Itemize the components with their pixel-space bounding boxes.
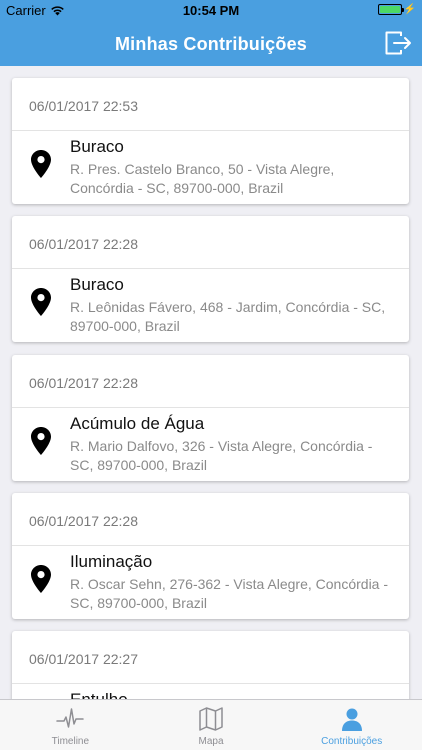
- contribution-date: 06/01/2017 22:27: [29, 651, 138, 667]
- contributions-list[interactable]: 06/01/2017 22:53 Buraco R. Pres. Castelo…: [0, 66, 422, 699]
- contribution-date: 06/01/2017 22:28: [29, 375, 138, 391]
- contribution-title: Entulho: [70, 690, 128, 699]
- charging-icon: ⚡: [403, 4, 416, 15]
- contribution-card[interactable]: 06/01/2017 22:28 Buraco R. Leônidas Fáve…: [12, 216, 409, 342]
- tab-mapa[interactable]: Mapa: [141, 700, 282, 750]
- contribution-address: R. Leônidas Fávero, 468 - Jardim, Concór…: [70, 299, 386, 334]
- location-pin-icon: [31, 427, 51, 455]
- user-icon: [341, 708, 362, 731]
- status-time: 10:54 PM: [182, 3, 240, 18]
- location-pin-icon: [31, 288, 51, 316]
- tab-contribuicoes[interactable]: Contribuições: [281, 700, 422, 750]
- location-pin-icon: [31, 565, 51, 593]
- tab-label: Mapa: [198, 736, 224, 747]
- contribution-date: 06/01/2017 22:28: [29, 236, 138, 252]
- card-divider: [12, 130, 409, 131]
- contribution-card[interactable]: 06/01/2017 22:53 Buraco R. Pres. Castelo…: [12, 78, 409, 204]
- contribution-title: Buraco: [70, 137, 124, 156]
- card-divider: [12, 683, 409, 684]
- pulse-icon: [56, 708, 85, 728]
- card-divider: [12, 268, 409, 269]
- contribution-address: R. Pres. Castelo Branco, 50 - Vista Aleg…: [70, 161, 335, 196]
- tab-timeline[interactable]: Timeline: [0, 700, 141, 750]
- contribution-date: 06/01/2017 22:28: [29, 513, 138, 529]
- card-divider: [12, 545, 409, 546]
- contribution-card[interactable]: 06/01/2017 22:27 Entulho: [12, 631, 409, 699]
- contribution-card[interactable]: 06/01/2017 22:28 Acúmulo de Água R. Mari…: [12, 355, 409, 481]
- tab-bar: Timeline Mapa Contribuições: [0, 699, 422, 750]
- logout-icon[interactable]: [384, 30, 412, 56]
- contribution-title: Acúmulo de Água: [70, 414, 205, 433]
- status-bar: Carrier 10:54 PM ⚡: [0, 0, 422, 22]
- page-title: Minhas Contribuições: [114, 34, 307, 54]
- contribution-address: R. Oscar Sehn, 276-362 - Vista Alegre, C…: [70, 576, 389, 611]
- tab-label: Timeline: [51, 736, 90, 747]
- contribution-address: R. Mario Dalfovo, 326 - Vista Alegre, Co…: [70, 438, 373, 473]
- nav-bar: Minhas Contribuições: [0, 22, 422, 66]
- contribution-title: Iluminação: [70, 552, 153, 571]
- card-divider: [12, 407, 409, 408]
- contribution-title: Buraco: [70, 275, 124, 294]
- map-icon: [199, 707, 223, 731]
- battery-icon: [377, 4, 404, 15]
- status-right: ⚡: [375, 4, 416, 15]
- contribution-card[interactable]: 06/01/2017 22:28 Iluminação R. Oscar Seh…: [12, 493, 409, 619]
- location-pin-icon: [31, 150, 51, 178]
- tab-label: Contribuições: [321, 736, 383, 747]
- contribution-date: 06/01/2017 22:53: [29, 98, 138, 114]
